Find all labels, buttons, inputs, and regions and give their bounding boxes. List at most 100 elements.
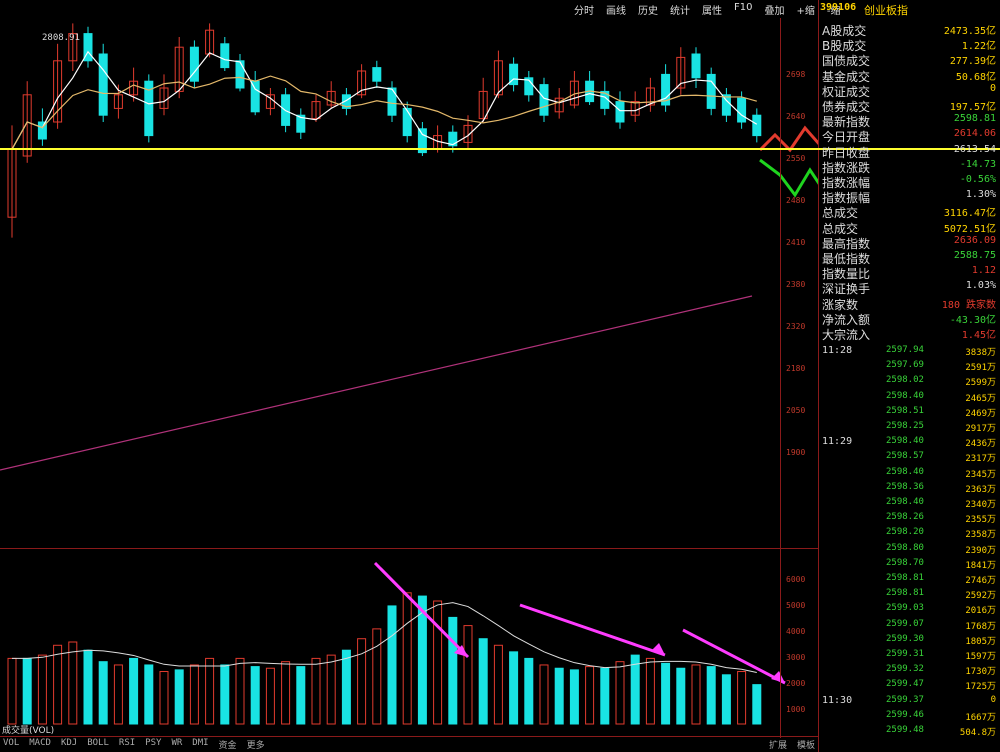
volume-bar <box>37 654 47 725</box>
tick-row: 2598.70 1841万 <box>820 558 1000 571</box>
tick-time: 11:29 <box>822 436 853 448</box>
tick-row: 2599.03 2016万 <box>820 603 1000 616</box>
volume-bar <box>615 661 625 725</box>
tick-volume: 1841万 <box>965 560 996 571</box>
quote-row: 深证换手 1.03% <box>820 280 1000 296</box>
tick-volume: 0 <box>990 694 996 705</box>
volume-bar <box>341 649 351 725</box>
tick-row: 2598.25 2917万 <box>820 421 1000 434</box>
tick-time: 11:30 <box>822 694 853 706</box>
quote-value: 0 <box>989 82 996 94</box>
quote-value: 277.39亿 <box>949 56 996 68</box>
quote-row: 国债成交 277.39亿 <box>820 52 1000 68</box>
quote-row: 指数涨幅 -0.56% <box>820 174 1000 190</box>
candle <box>737 97 747 123</box>
indicator-tab-boll[interactable]: BOLL <box>84 738 112 752</box>
indicator-tab-psy[interactable]: PSY <box>142 738 164 752</box>
quote-row: A股成交 2473.35亿 <box>820 22 1000 38</box>
volume-bar <box>129 657 139 725</box>
indicator-tab-dmi[interactable]: DMI <box>189 738 211 752</box>
price-tick: 2640 <box>786 112 806 121</box>
tick-price: 2599.32 <box>886 664 924 675</box>
tick-row: 2598.20 2358万 <box>820 527 1000 541</box>
quote-row: 最高指数 2636.09 <box>820 235 1000 251</box>
tick-volume: 1597万 <box>965 652 996 662</box>
volume-bar <box>493 644 503 725</box>
tick-price: 2598.57 <box>886 451 924 462</box>
candle <box>250 80 260 113</box>
tick-volume: 2591万 <box>965 363 996 374</box>
tick-volume: 1725万 <box>965 682 996 693</box>
tick-volume: 2317万 <box>965 454 996 465</box>
indicator-tab-更多[interactable]: 更多 <box>244 738 268 752</box>
indicator-tab-vol[interactable]: VOL <box>0 738 22 752</box>
quote-row: 总成交 3116.47亿 <box>820 204 1000 220</box>
indicator-tab-macd[interactable]: MACD <box>26 738 54 752</box>
quote-value: 5072.51亿 <box>943 223 996 235</box>
trend-line <box>0 295 753 471</box>
tick-price: 2599.31 <box>886 649 924 659</box>
indicator-tab-kdj[interactable]: KDJ <box>58 738 80 752</box>
volume-bar <box>630 654 640 725</box>
volume-bar <box>554 667 564 725</box>
index-code: 399106 <box>820 2 857 13</box>
volume-bar <box>311 657 321 725</box>
tick-volume: 2465万 <box>965 393 996 404</box>
tick-row: 11:30 2599.37 0 <box>820 695 1000 707</box>
volume-label: 成交量(VOL) <box>2 724 54 736</box>
volume-bar <box>265 667 275 725</box>
tick-volume: 2345万 <box>965 469 996 480</box>
bottom-separator <box>0 736 818 737</box>
tick-price: 2598.02 <box>886 375 924 386</box>
volume-bar <box>98 661 108 725</box>
quote-row: 最低指数 2588.75 <box>820 250 1000 266</box>
tick-price: 2598.25 <box>886 421 924 431</box>
tick-price: 2598.80 <box>886 542 924 553</box>
tick-row: 2598.26 2355万 <box>820 512 1000 526</box>
quote-value: 1.45亿 <box>961 330 996 341</box>
tick-volume: 2358万 <box>965 530 996 541</box>
price-tick: 2550 <box>786 154 806 163</box>
volume-bar <box>463 625 473 725</box>
tick-row: 2598.40 2465万 <box>820 391 1000 404</box>
tick-volume: 2355万 <box>965 515 996 526</box>
quote-value: -43.30亿 <box>949 314 996 326</box>
quote-value: 180 跌家数 <box>941 299 996 311</box>
indicator-tab-rsi[interactable]: RSI <box>116 738 138 752</box>
quote-value: -0.56% <box>959 174 996 185</box>
bottom-right-button-1[interactable]: 模板 <box>794 738 818 752</box>
tick-row: 2599.46 1667万 <box>820 709 1000 723</box>
volume-bar <box>402 592 412 725</box>
tick-row: 2599.07 1768万 <box>820 619 1000 632</box>
tick-price: 2598.81 <box>886 588 924 599</box>
indicator-tab-wr[interactable]: WR <box>168 738 185 752</box>
tick-volume: 1730万 <box>965 667 996 678</box>
tick-row: 2599.47 1725万 <box>820 679 1000 693</box>
candle <box>372 67 382 82</box>
indicator-tab-资金[interactable]: 资金 <box>216 738 240 752</box>
volume-bar <box>281 661 291 725</box>
tick-price: 2599.46 <box>886 709 924 720</box>
price-tick: 2320 <box>786 322 806 331</box>
tick-volume: 2592万 <box>965 591 996 602</box>
volume-bar <box>113 664 123 725</box>
volume-bar <box>478 638 488 725</box>
tick-price: 2599.30 <box>886 633 924 644</box>
indicator-tabs: VOL MACD KDJ BOLL RSI PSY WR DMI 资金 更多 扩展 模板 <box>0 738 818 752</box>
volume-bar <box>357 638 367 725</box>
tick-price: 2597.69 <box>886 360 924 371</box>
quote-value: 2613.54 <box>953 143 996 155</box>
tick-price: 2599.48 <box>886 725 924 735</box>
tick-row: 2599.32 1730万 <box>820 664 1000 678</box>
tick-price: 2597.94 <box>886 345 924 355</box>
volume-bar <box>524 657 534 725</box>
quote-row: 最新指数 2598.81 <box>820 113 1000 129</box>
quote-value: 2473.35亿 <box>943 26 996 37</box>
quote-row: 债券成交 197.57亿 <box>820 98 1000 114</box>
bottom-right-button-0[interactable]: 扩展 <box>766 738 790 752</box>
ma10-line <box>11 75 757 150</box>
quote-row: 权证成交 0 <box>820 82 1000 99</box>
quote-row: B股成交 1.22亿 <box>820 37 1000 53</box>
tick-row: 2598.81 2592万 <box>820 588 1000 602</box>
volume-tick: 2000 <box>786 679 806 688</box>
